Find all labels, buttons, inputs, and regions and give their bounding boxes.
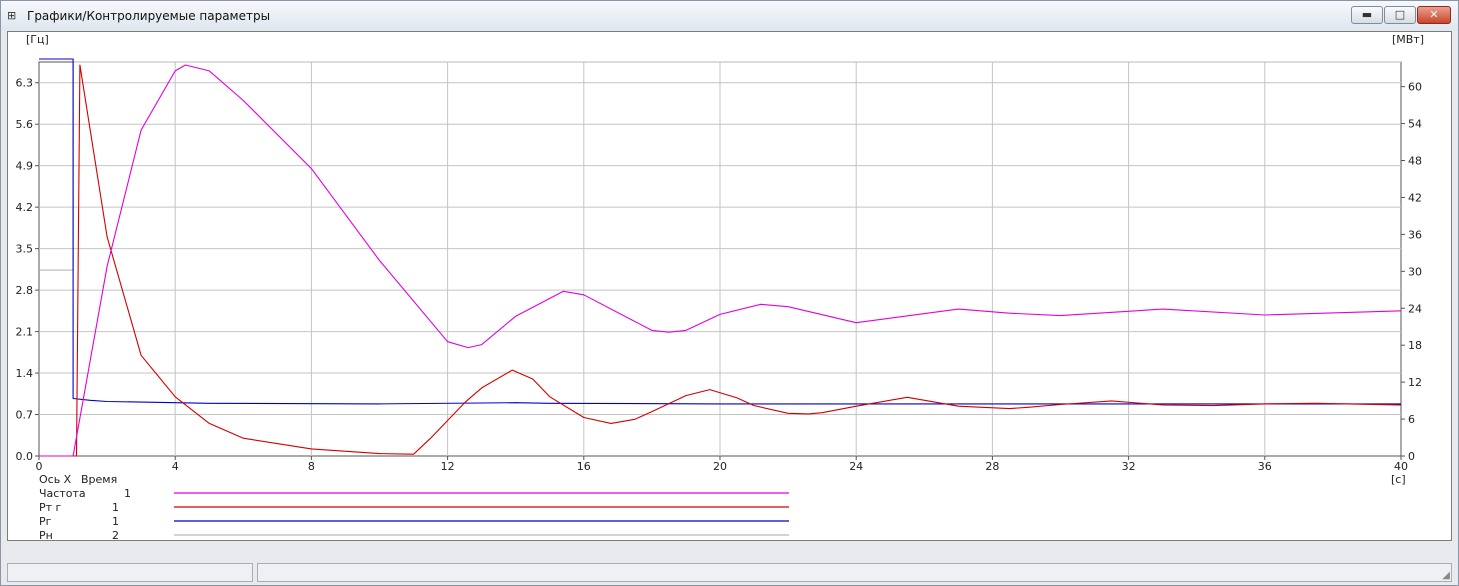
application-window: ⊞ Графики/Контролируемые параметры ▬ □ ✕…: [0, 0, 1459, 586]
y-left-tick-label: 0.0: [16, 450, 34, 463]
y-right-tick-label: 54: [1408, 118, 1422, 131]
window-title: Графики/Контролируемые параметры: [27, 9, 271, 23]
y-right-tick-label: 0: [1408, 450, 1415, 463]
x-axis-unit: [с]: [1391, 473, 1406, 486]
maximize-button[interactable]: □: [1384, 6, 1416, 24]
y-left-tick-label: 6.3: [16, 77, 34, 90]
title-bar[interactable]: ⊞ Графики/Контролируемые параметры ▬ □ ✕: [1, 1, 1458, 31]
x-tick-label: 4: [172, 460, 179, 473]
status-bar: ◢: [7, 563, 1452, 583]
legend-series-name: Рн: [39, 529, 53, 540]
x-tick-label: 40: [1394, 460, 1408, 473]
minimize-button[interactable]: ▬: [1351, 6, 1383, 24]
close-button[interactable]: ✕: [1417, 6, 1451, 24]
x-tick-label: 0: [36, 460, 43, 473]
y-right-tick-label: 42: [1408, 191, 1422, 204]
y-left-tick-label: 5.6: [16, 118, 34, 131]
x-tick-label: 28: [985, 460, 999, 473]
legend-time-label: Время: [81, 473, 117, 486]
y-left-tick-label: 4.9: [16, 160, 34, 173]
status-pane-1: [7, 563, 253, 582]
legend-series-name: Рт г: [39, 501, 62, 514]
legend-series-axis: 1: [112, 501, 119, 514]
legend-series-name: Рг: [39, 515, 52, 528]
legend-axis-x-label: Ось X: [39, 473, 72, 486]
x-tick-label: 36: [1258, 460, 1272, 473]
y-right-tick-label: 24: [1408, 302, 1422, 315]
right-axis-unit: [МВт]: [1392, 33, 1424, 46]
y-left-tick-label: 3.5: [16, 243, 34, 256]
y-right-tick-label: 18: [1408, 339, 1422, 352]
line-chart: 0 4 8 12 16 20 24 28 32 36 400.00.71.42.12.83.54.2…: [16, 33, 1425, 540]
legend-series-axis: 1: [112, 515, 119, 528]
y-left-tick-label: 2.8: [16, 284, 34, 297]
y-right-tick-label: 48: [1408, 155, 1422, 168]
y-left-tick-label: 2.1: [16, 326, 34, 339]
y-left-tick-label: 4.2: [16, 201, 34, 214]
x-tick-label: 16: [577, 460, 591, 473]
left-axis-unit: [Гц]: [26, 33, 49, 46]
status-pane-2: [257, 563, 1452, 582]
x-tick-label: 12: [441, 460, 455, 473]
y-left-tick-label: 1.4: [16, 367, 34, 380]
chart-app-icon[interactable]: ⊞: [7, 9, 23, 23]
y-right-tick-label: 6: [1408, 413, 1415, 426]
x-tick-label: 24: [849, 460, 863, 473]
y-right-tick-label: 30: [1408, 265, 1422, 278]
y-right-tick-label: 60: [1408, 81, 1422, 94]
legend-series-axis: 1: [124, 487, 131, 500]
y-right-tick-label: 12: [1408, 376, 1422, 389]
x-tick-label: 32: [1122, 460, 1136, 473]
legend-series-name: Частота: [39, 487, 86, 500]
y-left-tick-label: 0.7: [16, 409, 34, 422]
y-right-tick-label: 36: [1408, 228, 1422, 241]
legend-series-axis: 2: [112, 529, 119, 540]
x-tick-label: 8: [308, 460, 315, 473]
resize-grip-icon[interactable]: ◢: [1442, 570, 1450, 581]
x-tick-label: 20: [713, 460, 727, 473]
chart-area[interactable]: 0 4 8 12 16 20 24 28 32 36 40 0.0 0.7 1.4 2.1 2.8 3.5 4.2…: [7, 31, 1452, 541]
